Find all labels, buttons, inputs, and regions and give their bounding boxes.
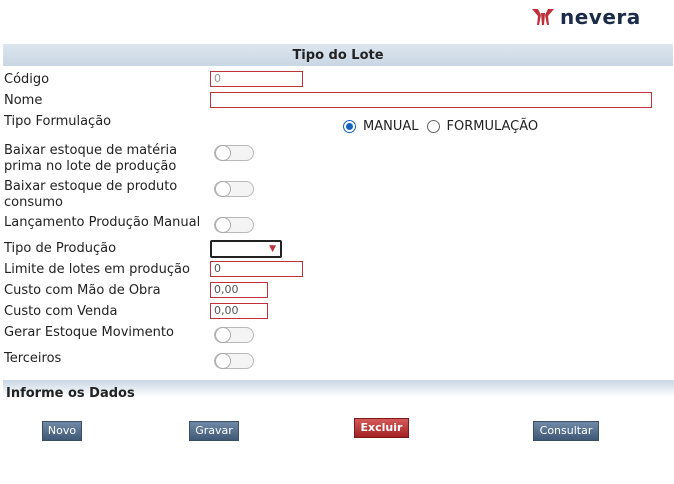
baixar-materia-toggle[interactable] xyxy=(214,145,254,161)
baixar-consumo-toggle[interactable] xyxy=(214,181,254,197)
baixar-consumo-label-line1: Baixar estoque de produto xyxy=(4,179,178,194)
baixar-materia-label-line1: Baixar estoque de matéria xyxy=(4,143,178,158)
lancamento-manual-label: Lançamento Produção Manual xyxy=(4,215,201,230)
toggle-knob xyxy=(215,145,231,161)
toggle-knob xyxy=(215,217,231,233)
tipo-formulacao-radio-group: MANUAL FORMULAÇÃO xyxy=(343,119,546,134)
radio-formulacao[interactable] xyxy=(426,120,440,133)
tipo-producao-select[interactable]: ▼ xyxy=(210,240,282,258)
chevron-down-icon: ▼ xyxy=(269,244,276,254)
baixar-consumo-label-line2: consumo xyxy=(4,195,63,210)
custo-mao-obra-input[interactable]: 0,00 xyxy=(210,282,268,298)
custo-venda-input[interactable]: 0,00 xyxy=(210,303,268,319)
codigo-input[interactable]: 0 xyxy=(210,71,303,87)
nome-input[interactable] xyxy=(210,92,652,108)
radio-formulacao-label: FORMULAÇÃO xyxy=(446,119,539,134)
excluir-button[interactable]: Excluir xyxy=(354,418,409,438)
brand-name: nevera xyxy=(560,5,641,29)
tipo-producao-label: Tipo de Produção xyxy=(4,241,117,256)
tipo-formulacao-label: Tipo Formulação xyxy=(4,114,112,129)
custo-venda-label: Custo com Venda xyxy=(4,304,118,319)
section-title: Informe os Dados xyxy=(3,380,674,408)
consultar-button[interactable]: Consultar xyxy=(533,421,599,441)
limite-lotes-label: Limite de lotes em produção xyxy=(4,262,190,277)
custo-mao-obra-label: Custo com Mão de Obra xyxy=(4,283,161,298)
limite-lotes-input[interactable]: 0 xyxy=(210,261,303,277)
nevera-logo-icon xyxy=(532,9,554,25)
codigo-label: Código xyxy=(4,72,50,87)
page-title: Tipo do Lote xyxy=(3,44,673,66)
radio-manual[interactable] xyxy=(343,120,356,133)
toggle-knob xyxy=(215,327,231,343)
terceiros-label: Terceiros xyxy=(4,351,62,366)
baixar-materia-label-line2: prima no lote de produção xyxy=(4,159,177,174)
toggle-knob xyxy=(215,353,231,369)
novo-button[interactable]: Novo xyxy=(42,421,82,441)
toggle-knob xyxy=(215,181,231,197)
radio-manual-label: MANUAL xyxy=(363,119,419,134)
brand-logo: nevera xyxy=(530,6,641,28)
gerar-estoque-toggle[interactable] xyxy=(214,327,254,343)
terceiros-toggle[interactable] xyxy=(214,353,254,369)
gerar-estoque-label: Gerar Estoque Movimento xyxy=(4,325,174,340)
nome-label: Nome xyxy=(4,93,43,108)
gravar-button[interactable]: Gravar xyxy=(189,421,239,441)
lancamento-manual-toggle[interactable] xyxy=(214,217,254,233)
